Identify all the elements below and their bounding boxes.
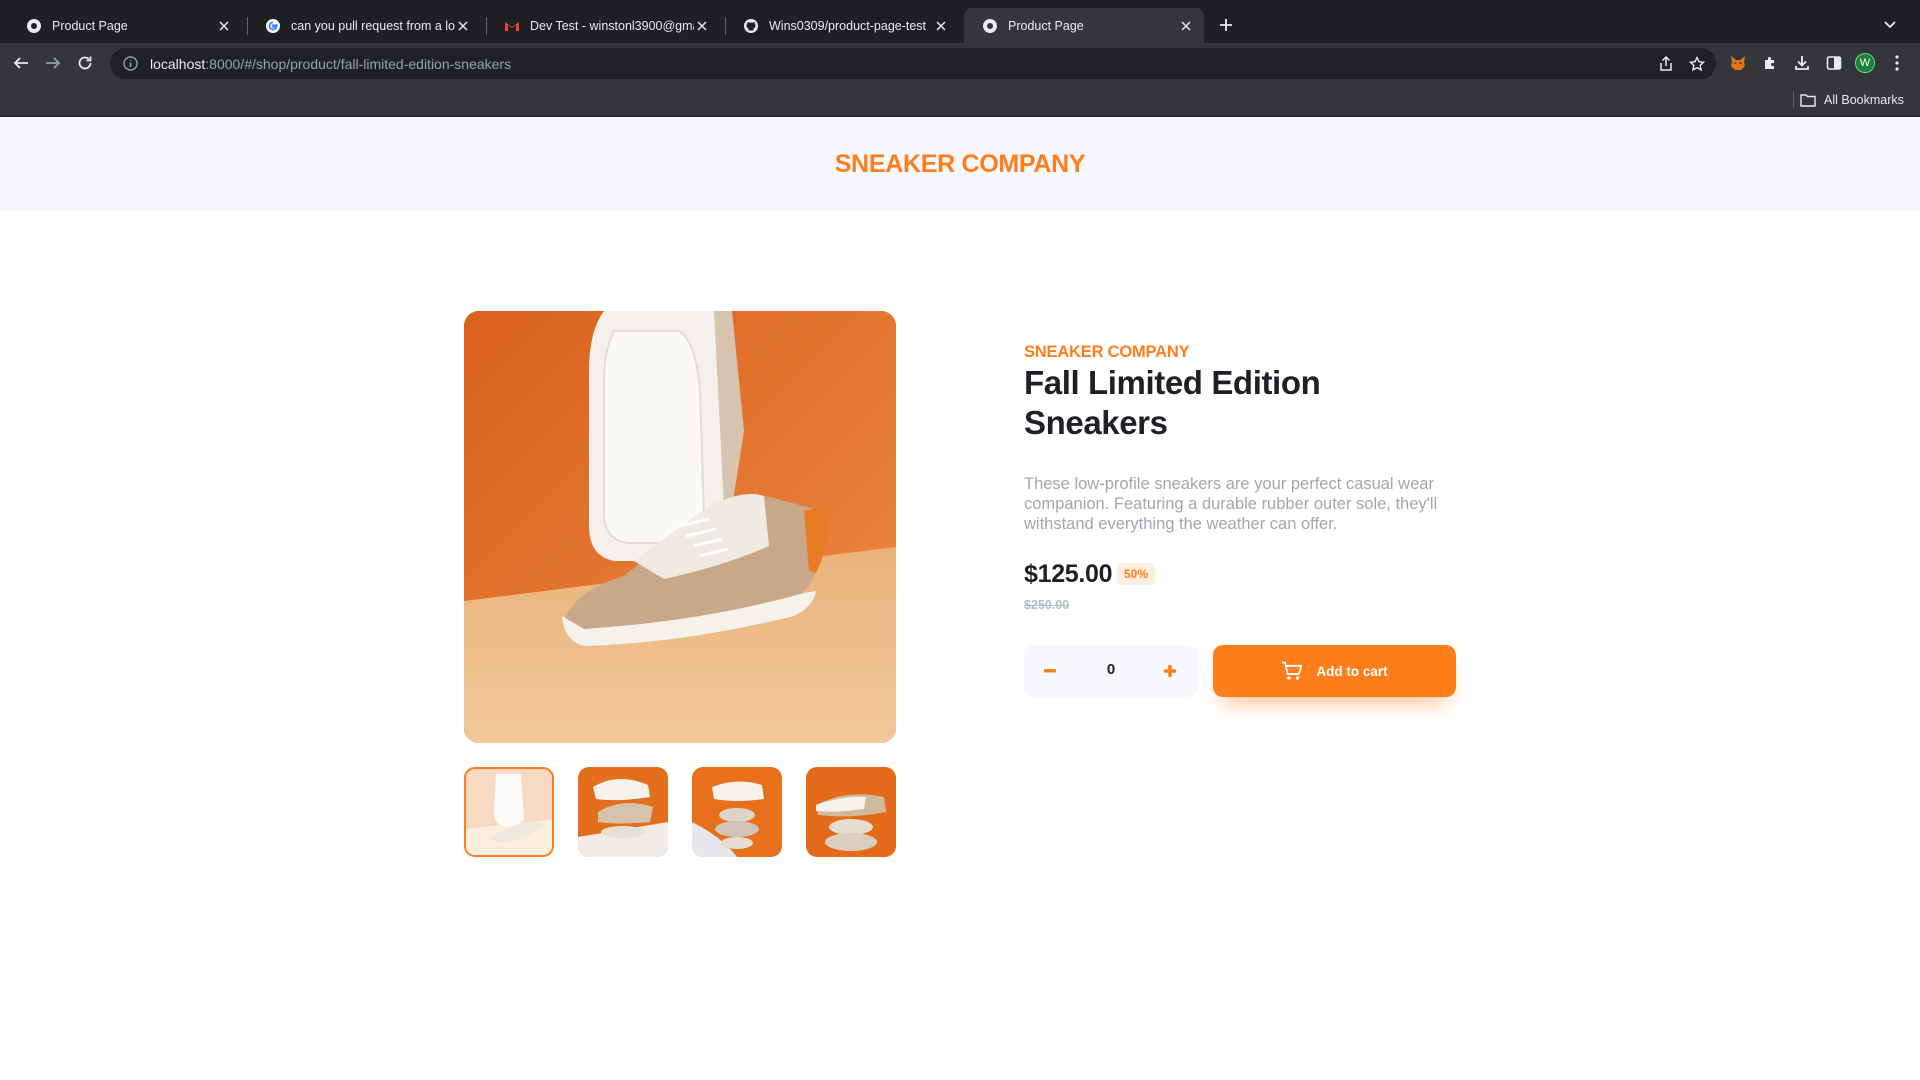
close-tab-icon[interactable] bbox=[1178, 18, 1194, 34]
all-bookmarks-label: All Bookmarks bbox=[1824, 93, 1904, 107]
add-to-cart-button[interactable]: Add to cart bbox=[1213, 645, 1456, 697]
browser-tab-3[interactable]: Dev Test - winstonl3900@gmail.com bbox=[486, 8, 720, 43]
browser-tab-strip: Product Page can you pull request from a… bbox=[0, 0, 1920, 43]
plus-icon[interactable] bbox=[1158, 659, 1182, 683]
metamask-fox-icon[interactable] bbox=[1727, 52, 1749, 74]
reload-icon[interactable] bbox=[72, 50, 98, 76]
close-tab-icon[interactable] bbox=[455, 18, 471, 34]
bookmark-star-icon[interactable] bbox=[1687, 54, 1707, 74]
github-icon bbox=[743, 18, 759, 34]
product-thumbnail-1-selected[interactable] bbox=[464, 767, 554, 857]
add-to-cart-label: Add to cart bbox=[1316, 663, 1388, 679]
site-brand-logo[interactable]: SNEAKER COMPANY bbox=[835, 150, 1086, 179]
tab-title: Dev Test - winstonl3900@gmail.com bbox=[530, 18, 694, 33]
download-icon[interactable] bbox=[1791, 52, 1813, 74]
product-thumbnail-2[interactable] bbox=[578, 767, 668, 857]
bookmarks-bar: All Bookmarks bbox=[0, 82, 1920, 117]
url-host: localhost bbox=[150, 55, 206, 72]
share-icon[interactable] bbox=[1656, 54, 1676, 74]
tab-title: Product Page bbox=[1008, 18, 1084, 33]
browser-tab-4[interactable]: Wins0309/product-page-test bbox=[725, 8, 959, 43]
product-main-image[interactable] bbox=[464, 311, 896, 743]
product-title: Fall Limited Edition Sneakers bbox=[1024, 364, 1321, 441]
product-company-label: SNEAKER COMPANY bbox=[1024, 343, 1190, 361]
minus-icon[interactable] bbox=[1038, 659, 1062, 683]
bookmarks-divider bbox=[1793, 91, 1794, 108]
new-tab-icon[interactable] bbox=[1214, 13, 1238, 37]
globe-icon bbox=[982, 18, 998, 34]
site-info-icon[interactable] bbox=[122, 55, 139, 72]
url-path: :8000/#/shop/product/fall-limited-editio… bbox=[205, 55, 512, 72]
close-tab-icon[interactable] bbox=[216, 18, 232, 34]
forward-arrow-icon[interactable] bbox=[40, 50, 66, 76]
original-price: $250.00 bbox=[1024, 598, 1070, 612]
product-price: $125.00 bbox=[1024, 560, 1113, 588]
quantity-value: 0 bbox=[1106, 661, 1116, 678]
back-arrow-icon[interactable] bbox=[8, 50, 34, 76]
cart-icon bbox=[1282, 661, 1303, 680]
site-header: SNEAKER COMPANY bbox=[0, 117, 1920, 211]
product-description: These low-profile sneakers are your perf… bbox=[1024, 475, 1438, 533]
close-tab-icon[interactable] bbox=[933, 18, 949, 34]
browser-tab-5-active[interactable]: Product Page bbox=[964, 8, 1204, 43]
quantity-stepper: 0 bbox=[1024, 645, 1198, 697]
extensions-puzzle-icon[interactable] bbox=[1759, 52, 1781, 74]
all-bookmarks-button[interactable]: All Bookmarks bbox=[1800, 90, 1904, 110]
side-panel-icon[interactable] bbox=[1823, 52, 1845, 74]
profile-avatar[interactable]: W bbox=[1855, 53, 1875, 73]
product-thumbnail-4[interactable] bbox=[806, 767, 896, 857]
tab-title: Wins0309/product-page-test bbox=[769, 18, 927, 33]
gmail-icon bbox=[504, 18, 520, 34]
browser-toolbar: localhost:8000/#/shop/product/fall-limit… bbox=[0, 43, 1920, 82]
close-tab-icon[interactable] bbox=[694, 18, 710, 34]
browser-tab-1[interactable]: Product Page bbox=[8, 8, 242, 43]
tab-search-chevron-icon[interactable] bbox=[1878, 13, 1902, 37]
google-icon bbox=[265, 18, 281, 34]
browser-menu-dots-icon[interactable] bbox=[1886, 52, 1908, 74]
tab-title: Product Page bbox=[52, 18, 128, 33]
folder-icon bbox=[1800, 94, 1816, 107]
browser-tab-2[interactable]: can you pull request from a local bbox=[247, 8, 481, 43]
discount-badge: 50% bbox=[1117, 563, 1156, 585]
product-thumbnail-3[interactable] bbox=[692, 767, 782, 857]
address-bar[interactable]: localhost:8000/#/shop/product/fall-limit… bbox=[110, 48, 1716, 79]
globe-icon bbox=[26, 18, 42, 34]
tab-title: can you pull request from a local bbox=[291, 18, 455, 33]
